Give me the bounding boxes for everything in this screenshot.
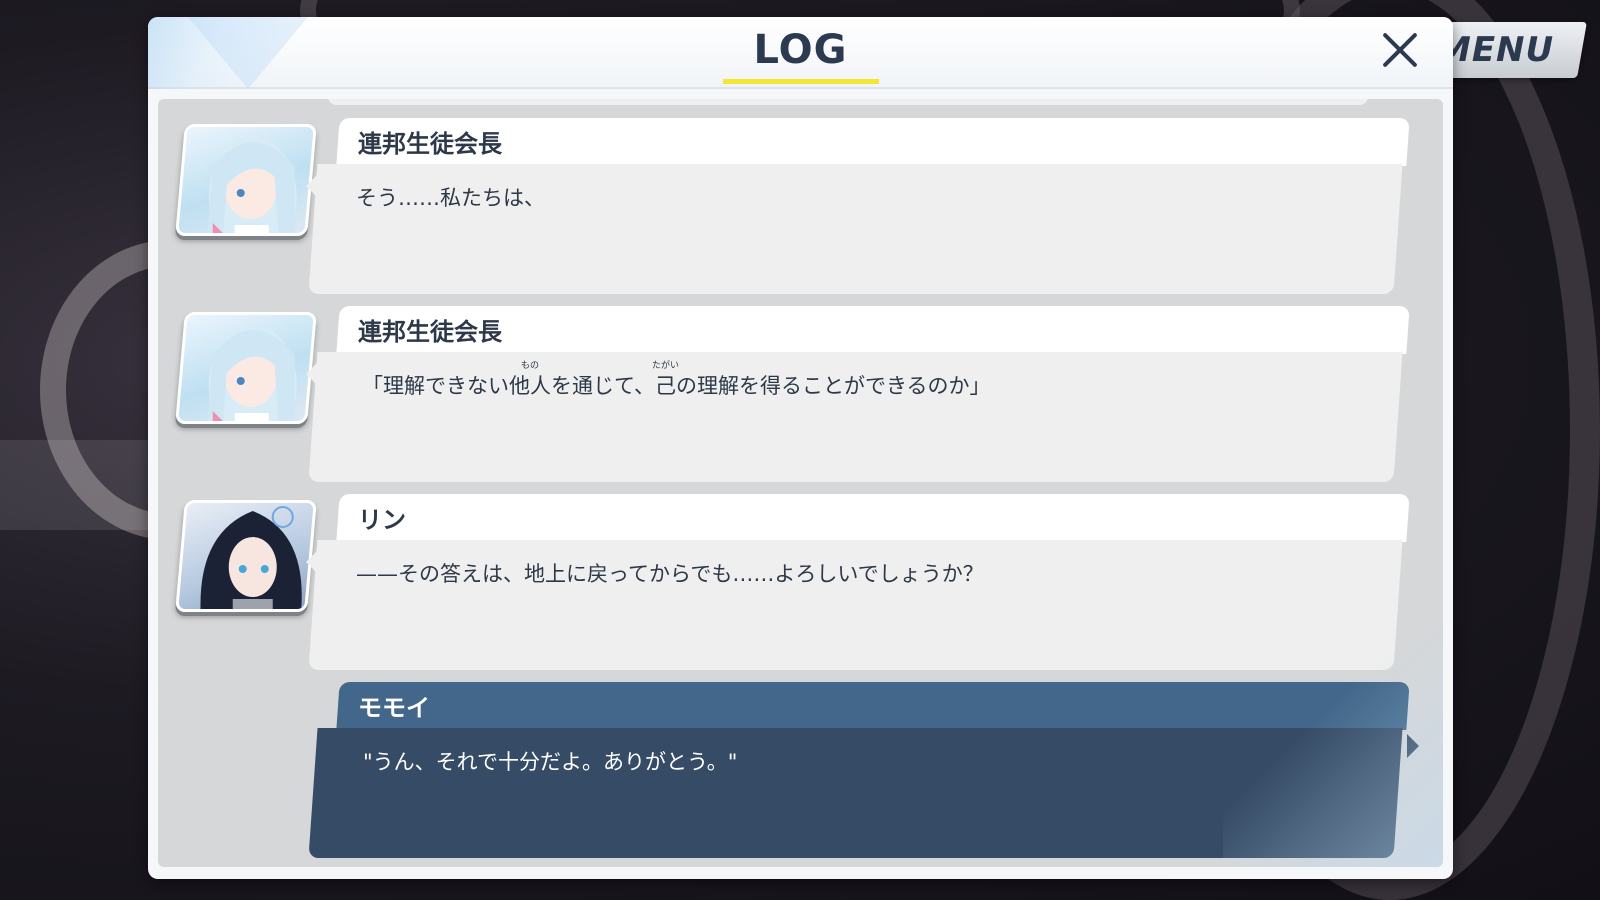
log-entry: リン ——その答えは、地上に戻ってからでも……よろしいでしょうか？ <box>158 494 1443 670</box>
speaker-name: 連邦生徒会長 <box>358 318 502 346</box>
previous-entry-edge <box>328 99 1368 105</box>
dialogue-text: 「理解できない もの 他人を通じて、 たがい 己の理解を得ることができるのか」 <box>362 361 991 400</box>
dialogue-text: ——その答えは、地上に戻ってからでも……よろしいでしょうか？ <box>356 562 984 586</box>
speaker-name: 連邦生徒会長 <box>358 130 502 158</box>
close-icon[interactable] <box>1380 29 1420 69</box>
log-title: LOG <box>753 27 848 73</box>
ruby-reading: たがい <box>651 361 679 371</box>
dialogue-text: そう……私たちは、 <box>356 186 545 210</box>
menu-button-label: MENU <box>1437 30 1555 70</box>
speaker-name: モモイ <box>358 694 430 722</box>
log-entry: 連邦生徒会長 「理解できない もの 他人を通じて、 たがい 己の理解を得ることができるの… <box>158 306 1443 482</box>
background-decoration <box>0 440 160 530</box>
bubble-tail <box>306 362 318 386</box>
log-panel: LOG 連邦生徒会長 そう……私たちは、 連邦生徒会長 「理解できない もの 他… <box>148 17 1453 879</box>
bubble-tail <box>1407 734 1419 758</box>
speaker-name-bar <box>336 494 1410 542</box>
ruby-base: 他人 <box>509 374 551 398</box>
bubble-tail <box>306 174 318 198</box>
ruby-word: もの 他人 <box>509 361 551 400</box>
speaker-name-bar <box>336 682 1410 730</box>
ruby-reading: もの <box>520 361 540 371</box>
character-portrait-icon <box>175 124 317 236</box>
log-entry: 連邦生徒会長 そう……私たちは、 <box>158 118 1443 294</box>
dialogue-text-part: の理解を得ることができるのか」 <box>675 374 991 398</box>
dialogue-text-part: を通じて、 <box>551 374 655 398</box>
dialogue-text: "うん、それで十分だよ。ありがとう。" <box>363 750 738 774</box>
speaker-name: リン <box>358 506 406 534</box>
bubble-tail <box>306 550 318 574</box>
title-underline <box>723 79 879 84</box>
log-header: LOG <box>148 17 1453 89</box>
log-entry-player: モモイ "うん、それで十分だよ。ありがとう。" <box>158 682 1443 858</box>
ruby-base: 己 <box>654 374 676 398</box>
ruby-word: たがい己 <box>652 361 679 400</box>
log-list[interactable]: 連邦生徒会長 そう……私たちは、 連邦生徒会長 「理解できない もの 他人を通じて、… <box>158 99 1443 867</box>
dialogue-text-part: 「理解できない <box>362 374 509 398</box>
character-portrait-icon <box>175 500 317 612</box>
character-portrait-icon <box>175 312 317 424</box>
